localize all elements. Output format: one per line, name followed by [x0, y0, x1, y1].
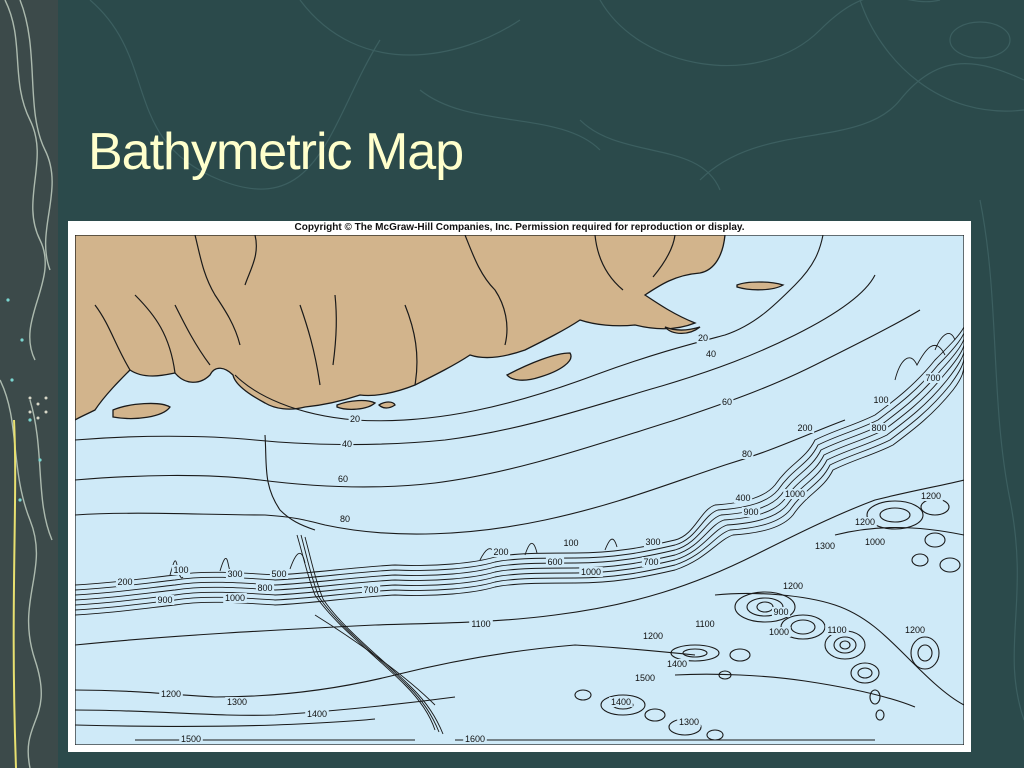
bathymetric-map: 20 20 40 40 60 60 80 80 100 100 100 200 200 200 300 300… — [75, 235, 964, 745]
depth-label-900: 900 — [773, 607, 788, 617]
depth-label-800: 800 — [871, 423, 886, 433]
depth-label-80: 80 — [742, 449, 752, 459]
depth-label-200: 200 — [117, 577, 132, 587]
depth-label-60: 60 — [722, 397, 732, 407]
depth-label-1300: 1300 — [679, 717, 699, 727]
depth-label-700: 700 — [643, 557, 658, 567]
depth-label-1600: 1600 — [465, 734, 485, 744]
depth-label-800: 800 — [257, 583, 272, 593]
depth-label-20: 20 — [350, 414, 360, 424]
depth-label-100: 100 — [173, 565, 188, 575]
depth-label-600: 600 — [547, 557, 562, 567]
depth-label-900: 900 — [157, 595, 172, 605]
depth-label-400: 400 — [735, 493, 750, 503]
depth-label-1200: 1200 — [161, 689, 181, 699]
depth-label-1000: 1000 — [785, 489, 805, 499]
depth-label-1000: 1000 — [865, 537, 885, 547]
depth-label-1000: 1000 — [769, 627, 789, 637]
depth-label-1500: 1500 — [635, 673, 655, 683]
depth-label-1000: 1000 — [581, 567, 601, 577]
depth-label-20: 20 — [698, 333, 708, 343]
decorative-topo-strip — [0, 0, 58, 768]
depth-label-200: 200 — [797, 423, 812, 433]
depth-label-300: 300 — [227, 569, 242, 579]
depth-label-1100: 1100 — [827, 625, 846, 635]
bathymetric-map-figure: Copyright © The McGraw-Hill Companies, I… — [68, 221, 971, 752]
depth-label-100: 100 — [873, 395, 888, 405]
depth-label-200: 200 — [493, 547, 508, 557]
depth-label-700: 700 — [925, 373, 940, 383]
depth-label-80: 80 — [340, 514, 350, 524]
depth-label-1500: 1500 — [181, 734, 201, 744]
depth-label-300: 300 — [645, 537, 660, 547]
depth-label-1300: 1300 — [815, 541, 835, 551]
depth-label-100: 100 — [563, 538, 578, 548]
depth-label-1400: 1400 — [667, 659, 687, 669]
depth-label-1300: 1300 — [227, 697, 247, 707]
depth-label-500: 500 — [271, 569, 286, 579]
depth-label-700: 700 — [363, 585, 378, 595]
depth-label-1200: 1200 — [921, 491, 941, 501]
copyright-notice: Copyright © The McGraw-Hill Companies, I… — [294, 222, 745, 233]
slide-title: Bathymetric Map — [88, 123, 464, 181]
depth-label-900: 900 — [743, 507, 758, 517]
depth-label-1200: 1200 — [855, 517, 875, 527]
depth-label-40: 40 — [342, 439, 352, 449]
depth-label-60: 60 — [338, 474, 348, 484]
depth-label-1000: 1000 — [225, 593, 245, 603]
depth-label-1400: 1400 — [611, 697, 631, 707]
depth-label-1200: 1200 — [643, 631, 663, 641]
depth-label-40: 40 — [706, 349, 716, 359]
depth-label-1100: 1100 — [695, 619, 714, 629]
depth-label-1200: 1200 — [783, 581, 803, 591]
depth-label-1100: 1100 — [471, 619, 490, 629]
depth-label-1200: 1200 — [905, 625, 925, 635]
depth-label-1400: 1400 — [307, 709, 327, 719]
